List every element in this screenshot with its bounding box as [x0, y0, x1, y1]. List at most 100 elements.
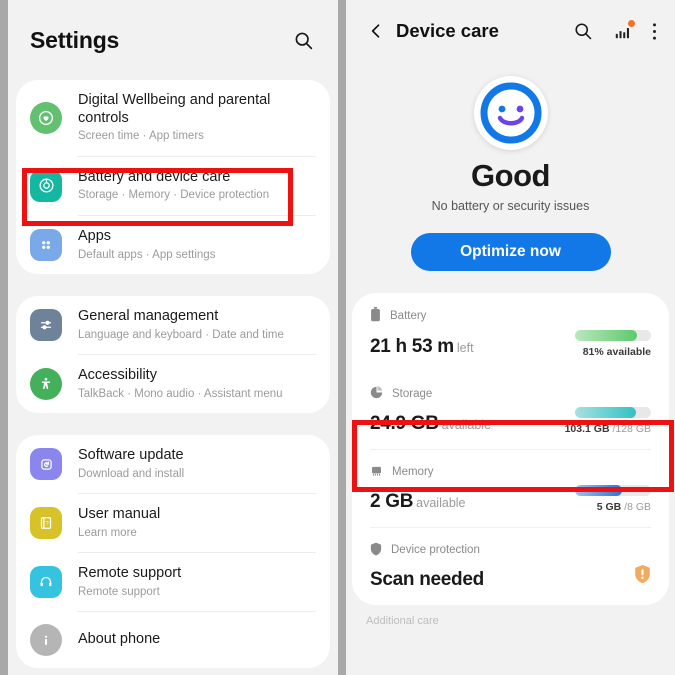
row-main: Scan needed: [370, 564, 651, 591]
device-care-screen: Device care Good No battery or security …: [346, 0, 675, 675]
settings-item-digital-wellbeing[interactable]: Digital Wellbeing and parental controls …: [16, 80, 330, 156]
progress-fill: [575, 484, 623, 496]
row-label-wrap: Device protection: [370, 542, 651, 559]
settings-item-title: About phone: [78, 631, 161, 648]
settings-item-general-management[interactable]: General management Language and keyboard…: [16, 296, 330, 354]
settings-item-subtitle: TalkBack · Mono audio · Assistant menu: [78, 387, 283, 400]
settings-item-subtitle: Learn more: [78, 526, 137, 539]
row-value-number: 24.9 GB: [370, 412, 439, 434]
row-value-unit: available: [441, 417, 492, 432]
settings-group-2: General management Language and keyboard…: [16, 295, 330, 413]
caption-primary: 5 GB: [596, 500, 622, 513]
row-label: Battery: [390, 309, 427, 322]
battery-progress-bar: [575, 329, 651, 341]
software-update-icon: [30, 448, 62, 481]
settings-group-1: Digital Wellbeing and parental controls …: [16, 80, 330, 274]
settings-item-title: Remote support: [78, 565, 182, 582]
settings-item-remote-support[interactable]: Remote support Remote support: [16, 553, 330, 611]
settings-item-subtitle: Screen time · App timers: [78, 130, 204, 143]
caption-primary: 81% available: [582, 345, 651, 358]
row-label-wrap: Memory: [370, 464, 651, 480]
memory-chip-icon: [370, 464, 383, 480]
settings-item-subtitle: Default apps · App settings: [78, 248, 216, 261]
status-face-wrap: [346, 76, 675, 150]
accessibility-person-icon: [30, 367, 62, 400]
battery-device-care-icon: [30, 169, 62, 202]
row-caption: 5 GB /8 GB: [575, 501, 651, 513]
device-care-row-memory[interactable]: Memory 2 GB available 5 GB /8 GB: [352, 450, 669, 527]
row-value: 24.9 GB available: [370, 413, 491, 435]
settings-item-accessibility[interactable]: Accessibility TalkBack · Mono audio · As…: [16, 355, 330, 413]
status-title: Good: [471, 158, 550, 193]
row-main: 2 GB available 5 GB /8 GB: [370, 484, 651, 513]
storage-progress-bar: [575, 406, 651, 418]
row-value-number: 21 h 53 m: [370, 335, 454, 357]
svg-text:?: ?: [45, 521, 49, 528]
settings-item-title: User manual: [78, 506, 161, 523]
sliders-icon: [30, 308, 62, 341]
settings-item-title: Apps: [78, 227, 112, 244]
settings-group-3: Software update Download and install ? U…: [16, 435, 330, 669]
row-label-wrap: Storage: [370, 385, 651, 402]
settings-item-apps[interactable]: Apps Default apps · App settings: [16, 216, 330, 274]
bar-chart-icon[interactable]: [613, 19, 635, 41]
settings-item-user-manual[interactable]: ? User manual Learn more: [16, 494, 330, 552]
settings-item-title: General management: [78, 307, 219, 324]
memory-progress-bar: [575, 484, 651, 496]
screen-divider: [338, 0, 346, 675]
row-caption: 81% available: [575, 346, 651, 358]
settings-item-subtitle: Storage · Memory · Device protection: [78, 189, 270, 202]
more-vertical-icon[interactable]: [652, 22, 657, 41]
caption-secondary: /8 GB: [621, 500, 651, 513]
row-label: Storage: [392, 387, 433, 400]
optimize-now-button[interactable]: Optimize now: [410, 232, 611, 271]
wellbeing-heart-icon: [30, 101, 62, 134]
dual-screenshot: Settings Digital Wellbeing and parental …: [0, 0, 675, 675]
settings-item-about-phone[interactable]: About phone: [16, 612, 330, 668]
settings-item-title: Digital Wellbeing and parental controls: [78, 92, 271, 126]
row-caption: 103.1 GB /128 GB: [565, 423, 651, 435]
settings-header: Settings: [8, 0, 338, 80]
device-status-section: Good No battery or security issues Optim…: [346, 62, 675, 293]
row-value: 2 GB available: [370, 491, 466, 513]
search-icon[interactable]: [573, 21, 593, 41]
settings-item-title: Battery and device care: [78, 168, 231, 185]
device-care-row-battery[interactable]: Battery 21 h 53 m left 81% available: [352, 293, 669, 372]
settings-item-title: Accessibility: [78, 366, 157, 383]
settings-item-software-update[interactable]: Software update Download and install: [16, 435, 330, 493]
row-value-unit: available: [416, 495, 466, 510]
row-value: Scan needed: [370, 568, 484, 590]
row-meter: 81% available: [575, 329, 651, 358]
apps-grid-icon: [30, 228, 62, 261]
row-label: Memory: [392, 465, 434, 478]
header-actions: [573, 19, 657, 41]
device-care-header: Device care: [346, 0, 675, 62]
device-care-card: Battery 21 h 53 m left 81% available Sto…: [352, 292, 669, 605]
device-care-row-device-protection[interactable]: Device protection Scan needed: [352, 528, 669, 605]
row-meter: 5 GB /8 GB: [575, 484, 651, 513]
headset-icon: [30, 566, 62, 599]
back-chevron-icon[interactable]: [366, 21, 392, 41]
shield-icon: [370, 542, 382, 559]
caption-primary: 103.1 GB: [564, 422, 610, 435]
warning-shield-icon: [634, 564, 651, 589]
search-icon[interactable]: [293, 30, 314, 51]
status-subtitle: No battery or security issues: [431, 198, 590, 213]
row-meter: 103.1 GB /128 GB: [565, 406, 651, 435]
settings-item-battery-and-device-care[interactable]: Battery and device care Storage · Memory…: [16, 157, 330, 215]
row-main: 24.9 GB available 103.1 GB /128 GB: [370, 406, 651, 435]
settings-item-title: Software update: [78, 447, 184, 463]
caption-secondary: /128 GB: [609, 422, 651, 435]
row-label-wrap: Battery: [370, 306, 651, 325]
notification-dot: [628, 19, 635, 27]
row-value-unit: left: [456, 340, 474, 355]
progress-fill: [575, 329, 637, 341]
page-title: Device care: [396, 20, 499, 41]
additional-care-label: Additional care: [366, 614, 439, 627]
settings-item-subtitle: Remote support: [78, 585, 160, 598]
progress-fill: [575, 406, 636, 418]
page-title: Settings: [30, 26, 120, 53]
settings-screen: Settings Digital Wellbeing and parental …: [8, 0, 338, 675]
device-care-row-storage[interactable]: Storage 24.9 GB available 103.1 GB /128 G…: [352, 372, 669, 449]
